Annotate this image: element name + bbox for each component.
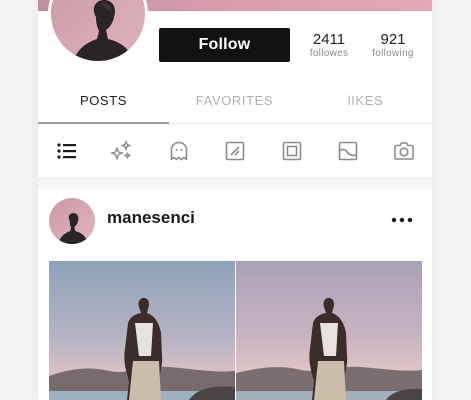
list-icon[interactable] [55,139,79,163]
note-icon[interactable] [223,139,247,163]
tab-posts[interactable]: POSTS [38,80,169,123]
camera-icon[interactable] [392,139,416,163]
avatar-image [51,0,145,61]
author-avatar-image [49,198,95,244]
profile-card: Follow 2411 followes 921 following POSTS… [38,0,432,400]
tab-favorites[interactable]: FAVORITES [169,80,300,123]
image-icon[interactable] [336,139,360,163]
profile-avatar[interactable] [48,0,148,64]
square-icon[interactable] [280,139,304,163]
tab-likes[interactable]: lIKES [300,80,431,123]
more-horizontal-icon[interactable] [388,211,416,229]
photo-image [236,261,422,400]
followers-count: 2411 [312,31,346,48]
post-filter-bar [38,124,432,179]
post-card: manesenci [38,189,432,400]
ghost-icon[interactable] [167,139,191,163]
post-username[interactable]: manesenci [107,208,195,228]
profile-tabs: POSTS FAVORITES lIKES [38,80,432,124]
following-count: 921 [380,31,406,48]
sparkles-icon[interactable] [109,139,133,163]
post-author-avatar[interactable] [49,198,95,244]
following-stat[interactable]: 921 following [363,32,423,60]
followers-label: followes [309,48,349,59]
post-photo-2[interactable] [236,261,422,400]
follow-button[interactable]: Follow [159,28,290,62]
followers-stat[interactable]: 2411 followes [299,32,359,60]
post-photo-1[interactable] [49,261,235,400]
following-label: following [372,48,414,59]
section-gap [38,179,432,189]
photo-image [49,261,235,400]
